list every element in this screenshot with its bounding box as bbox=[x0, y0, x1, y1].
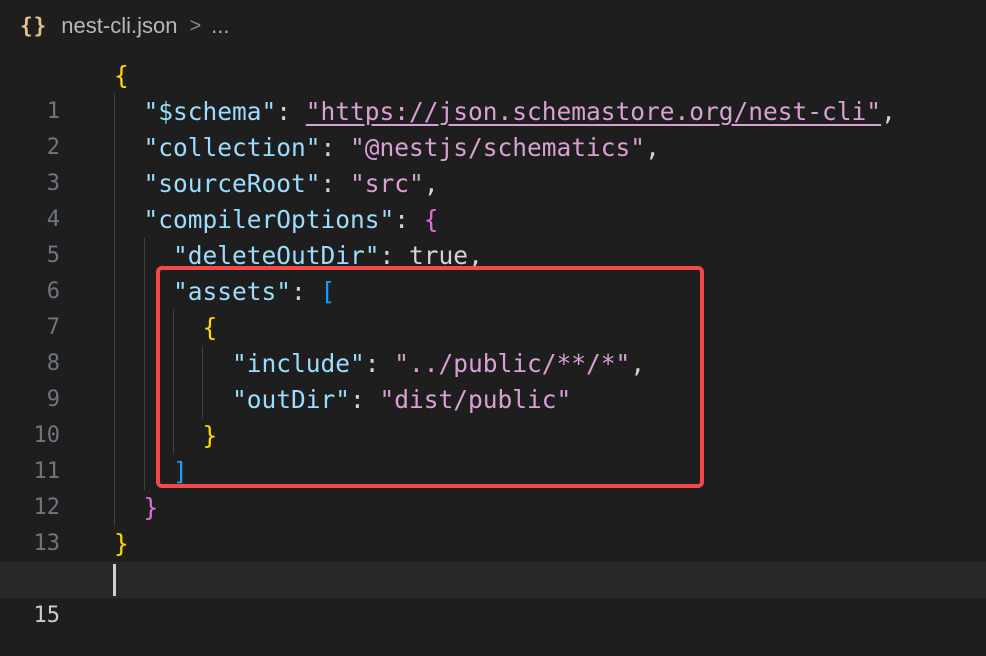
code-content: "compilerOptions": { bbox=[143, 205, 439, 234]
code-line: 14 } bbox=[0, 526, 986, 592]
code-content: "deleteOutDir": true, bbox=[173, 241, 483, 270]
code-content: } bbox=[143, 493, 159, 522]
code-content: "assets": [ bbox=[173, 277, 336, 306]
code-content: } bbox=[114, 529, 129, 558]
chevron-right-icon: > bbox=[189, 14, 202, 37]
code-content: "collection": "@nestjs/schematics", bbox=[143, 133, 660, 162]
code-content: "sourceRoot": "src", bbox=[143, 169, 439, 198]
code-line: 4 "sourceRoot": "src", bbox=[0, 166, 986, 232]
code-line: 10 "outDir": "dist/public" bbox=[0, 382, 986, 448]
code-line: 9 "include": "../public/**/*", bbox=[0, 346, 986, 412]
code-line: 11 } bbox=[0, 418, 986, 484]
code-line: 7 "assets": [ bbox=[0, 274, 986, 340]
current-line[interactable]: 15 bbox=[0, 562, 986, 628]
breadcrumb-more[interactable]: ... bbox=[211, 13, 229, 39]
code-content: { bbox=[202, 313, 218, 342]
code-line: 5 "compilerOptions": { bbox=[0, 202, 986, 268]
breadcrumb-file[interactable]: nest-cli.json bbox=[61, 13, 177, 39]
schema-link[interactable]: "https://json.schemastore.org/nest-cli" bbox=[306, 97, 881, 126]
code-line: 13 } bbox=[0, 490, 986, 556]
code-editor[interactable]: 1 { 2 "$schema": "https://json.schemasto… bbox=[0, 58, 986, 628]
text-cursor bbox=[113, 564, 116, 596]
json-file-icon: {} bbox=[20, 14, 48, 38]
code-line: 3 "collection": "@nestjs/schematics", bbox=[0, 130, 986, 196]
code-content: "include": "../public/**/*", bbox=[232, 349, 646, 378]
code-line: 2 "$schema": "https://json.schemastore.o… bbox=[0, 94, 986, 160]
code-content: ] bbox=[173, 457, 188, 486]
code-line: 8 { bbox=[0, 310, 986, 376]
code-line: 6 "deleteOutDir": true, bbox=[0, 238, 986, 304]
code-content: "outDir": "dist/public" bbox=[232, 385, 572, 414]
code-content: { bbox=[114, 61, 129, 90]
code-line: 1 { bbox=[0, 58, 986, 124]
line-number: 15 bbox=[33, 603, 61, 628]
code-line: 12 ] bbox=[0, 454, 986, 520]
code-content: "$schema": "https://json.schemastore.org… bbox=[143, 97, 896, 126]
breadcrumb: {} nest-cli.json > ... bbox=[20, 10, 229, 42]
code-content: } bbox=[202, 421, 218, 450]
